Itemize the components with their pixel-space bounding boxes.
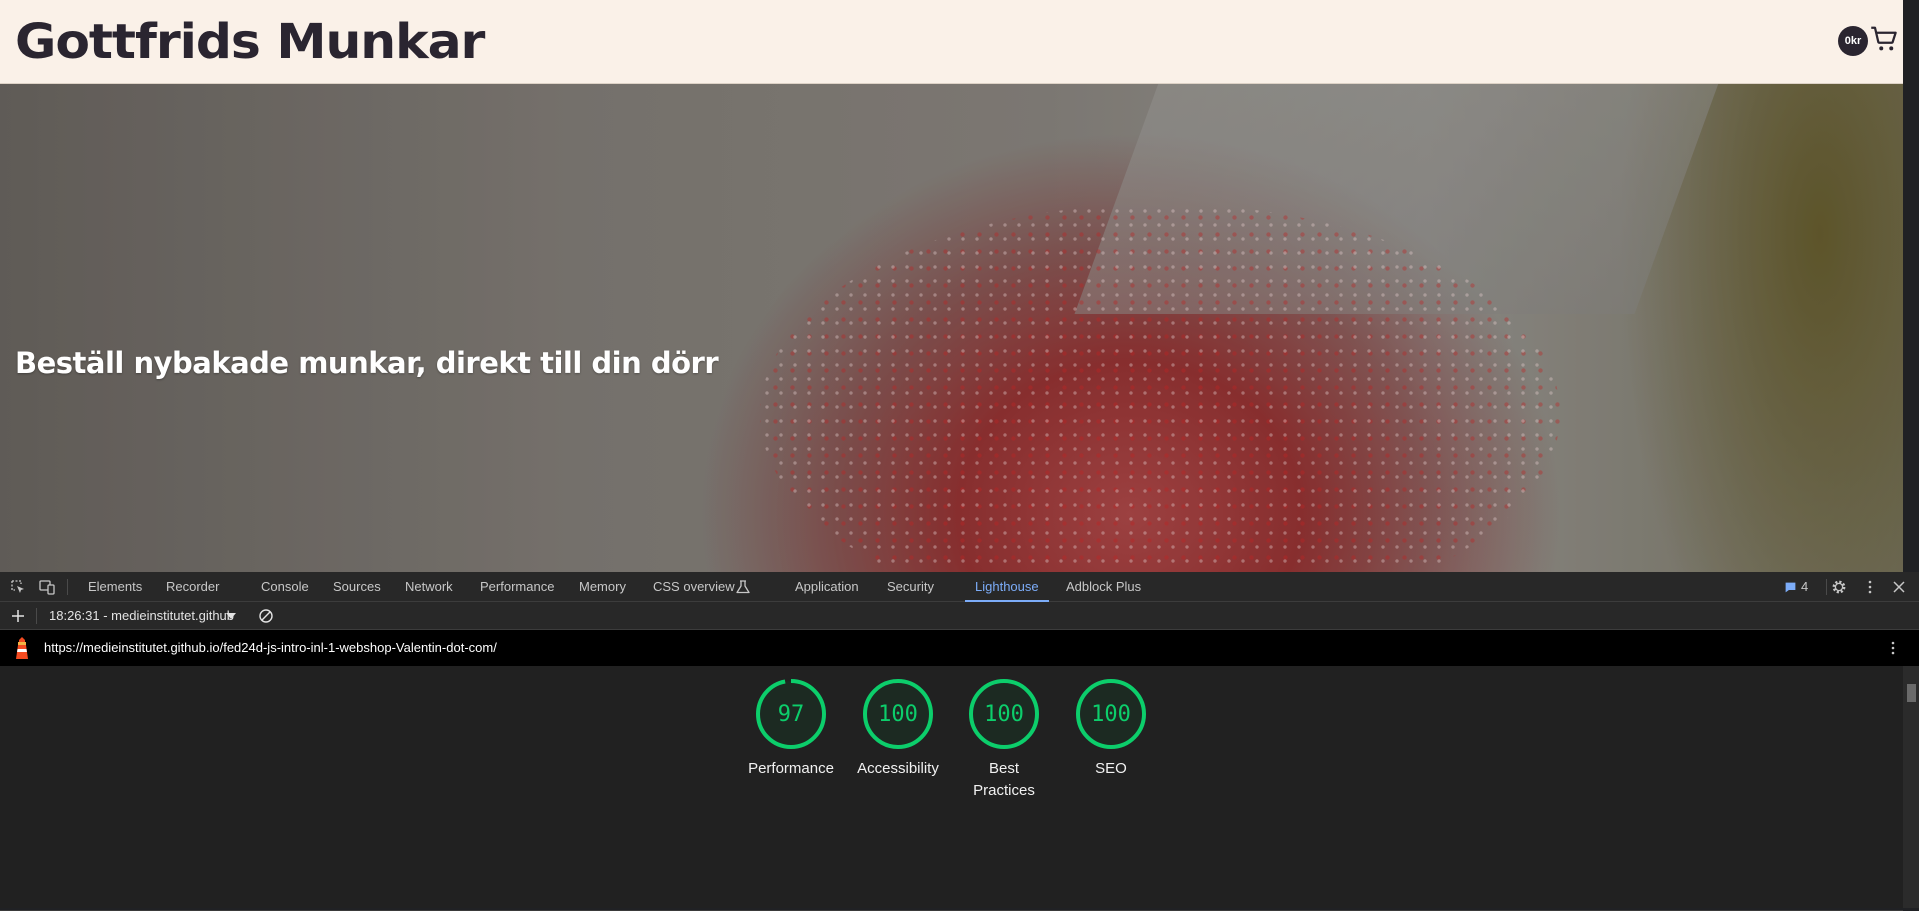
score-label: Performance <box>748 760 834 777</box>
tab-console[interactable]: Console <box>261 572 309 602</box>
issues-count: 4 <box>1801 579 1809 594</box>
score-performance[interactable]: 97 Performance <box>736 678 846 780</box>
site-logo[interactable]: Gottfrids Munkar <box>15 14 485 70</box>
score-value: 100 <box>1091 702 1131 727</box>
cart-icon[interactable] <box>1870 24 1900 54</box>
issues-counter[interactable]: 4 <box>1784 572 1808 602</box>
report-menu-icon[interactable] <box>1885 640 1901 656</box>
score-value: 100 <box>984 702 1024 727</box>
tab-elements[interactable]: Elements <box>88 572 142 602</box>
hero-title: Beställ nybakade munkar, direkt till din… <box>15 346 719 380</box>
devtools-tabbar: Elements Recorder Console Sources Networ… <box>0 572 1919 602</box>
report-scrollbar[interactable] <box>1903 666 1919 908</box>
more-options-icon[interactable] <box>1862 579 1878 595</box>
device-toolbar-icon[interactable] <box>39 579 55 595</box>
tab-application[interactable]: Application <box>795 572 859 602</box>
lighthouse-logo-icon <box>16 637 28 659</box>
scrollbar-thumb[interactable] <box>1907 684 1916 702</box>
experiment-flask-icon <box>736 580 750 594</box>
tab-lighthouse[interactable]: Lighthouse <box>965 572 1049 602</box>
tab-security[interactable]: Security <box>887 572 934 602</box>
score-label: Accessibility <box>857 760 939 777</box>
tab-memory[interactable]: Memory <box>579 572 626 602</box>
score-label: Best Practices <box>973 760 1035 799</box>
tab-sources[interactable]: Sources <box>333 572 381 602</box>
tab-performance[interactable]: Performance <box>480 572 554 602</box>
site-header: Gottfrids Munkar 0kr <box>0 0 1903 84</box>
inspect-element-icon[interactable] <box>10 579 26 595</box>
website-viewport: Gottfrids Munkar 0kr Beställ nybakade mu… <box>0 0 1903 572</box>
score-best-practices[interactable]: 100 Best Practices <box>949 678 1059 802</box>
tab-adblock-plus[interactable]: Adblock Plus <box>1066 572 1141 602</box>
audited-url: https://medieinstitutet.github.io/fed24d… <box>44 640 497 655</box>
score-accessibility[interactable]: 100 Accessibility <box>843 678 953 780</box>
gear-icon[interactable] <box>1831 579 1847 595</box>
gauge-ring: 100 <box>969 679 1039 749</box>
message-icon <box>1785 582 1796 592</box>
chevron-down-icon[interactable] <box>226 613 236 619</box>
report-selector[interactable]: 18:26:31 - medieinstitutet.github.io <box>49 602 235 630</box>
score-value: 97 <box>778 702 805 727</box>
devtools-panel: Elements Recorder Console Sources Networ… <box>0 572 1919 911</box>
tab-recorder[interactable]: Recorder <box>166 572 219 602</box>
gauge-ring: 100 <box>863 679 933 749</box>
gauge-ring: 100 <box>1076 679 1146 749</box>
score-seo[interactable]: 100 SEO <box>1056 678 1166 780</box>
gauge-ring: 97 <box>756 679 826 749</box>
plus-icon[interactable] <box>10 608 26 624</box>
hero-banner: Beställ nybakade munkar, direkt till din… <box>0 84 1903 572</box>
lighthouse-toolbar: 18:26:31 - medieinstitutet.github.io <box>0 602 1919 630</box>
lighthouse-url-bar: https://medieinstitutet.github.io/fed24d… <box>0 630 1919 666</box>
lighthouse-report: 97 Performance 100 Accessibility 100 Bes… <box>0 666 1903 911</box>
tab-css-overview[interactable]: CSS overview <box>653 572 735 602</box>
close-icon[interactable] <box>1891 579 1907 595</box>
tab-network[interactable]: Network <box>405 572 453 602</box>
score-value: 100 <box>878 702 918 727</box>
score-label: SEO <box>1095 760 1127 777</box>
clear-icon[interactable] <box>258 608 274 624</box>
cart-total-badge[interactable]: 0kr <box>1838 26 1868 56</box>
